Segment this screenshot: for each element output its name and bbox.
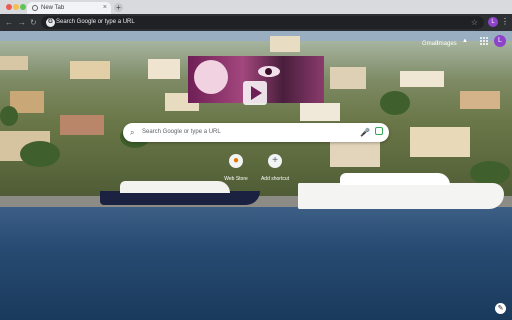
plus-icon: + (272, 155, 278, 166)
address-bar[interactable]: G Search Google or type a URL ☆ (41, 16, 484, 29)
labs-icon[interactable]: ▲ (462, 37, 468, 45)
close-icon[interactable]: × (103, 3, 107, 13)
tab-new-tab[interactable]: New Tab × (27, 2, 111, 14)
bookmark-star-icon[interactable]: ☆ (471, 16, 478, 29)
new-tab-button[interactable]: + (114, 3, 123, 12)
ntp-account-avatar[interactable]: L (494, 35, 506, 47)
browser-toolbar: ← → ↻ G Search Google or type a URL ☆ L … (0, 14, 512, 31)
more-menu-icon[interactable]: ⋮ (501, 16, 509, 28)
title-bar: New Tab × + (0, 0, 512, 14)
play-icon[interactable] (243, 81, 267, 105)
window-minimize-button[interactable] (13, 4, 19, 10)
customize-pencil-icon[interactable]: ✎ (495, 303, 506, 314)
lens-icon[interactable] (375, 127, 383, 135)
images-link[interactable]: Images (437, 40, 457, 48)
ntp-search-box[interactable]: ⌕ Search Google or type a URL 🎤 (123, 123, 389, 142)
shortcut-add-label: Add shortcut (260, 176, 290, 182)
forward-icon[interactable]: → (18, 17, 26, 28)
shortcut-add[interactable]: + (268, 154, 282, 168)
tab-title: New Tab (41, 5, 65, 11)
search-icon: ⌕ (130, 128, 135, 137)
shortcut-web-store[interactable]: ● (229, 154, 243, 168)
apps-grid-icon[interactable] (480, 37, 488, 45)
window-close-button[interactable] (6, 4, 12, 10)
globe-icon (32, 5, 38, 11)
search-placeholder: Search Google or type a URL (142, 129, 221, 135)
web-store-icon: ● (232, 155, 240, 166)
address-bar-placeholder: Search Google or type a URL (56, 19, 135, 25)
window-maximize-button[interactable] (20, 4, 26, 10)
gmail-link[interactable]: Gmail (422, 40, 438, 48)
microphone-icon[interactable]: 🎤 (360, 126, 370, 139)
reload-icon[interactable]: ↻ (30, 17, 37, 28)
profile-avatar[interactable]: L (488, 17, 498, 27)
google-icon: G (46, 18, 55, 27)
shortcut-web-store-label: Web Store (224, 176, 248, 182)
back-icon[interactable]: ← (5, 17, 13, 28)
